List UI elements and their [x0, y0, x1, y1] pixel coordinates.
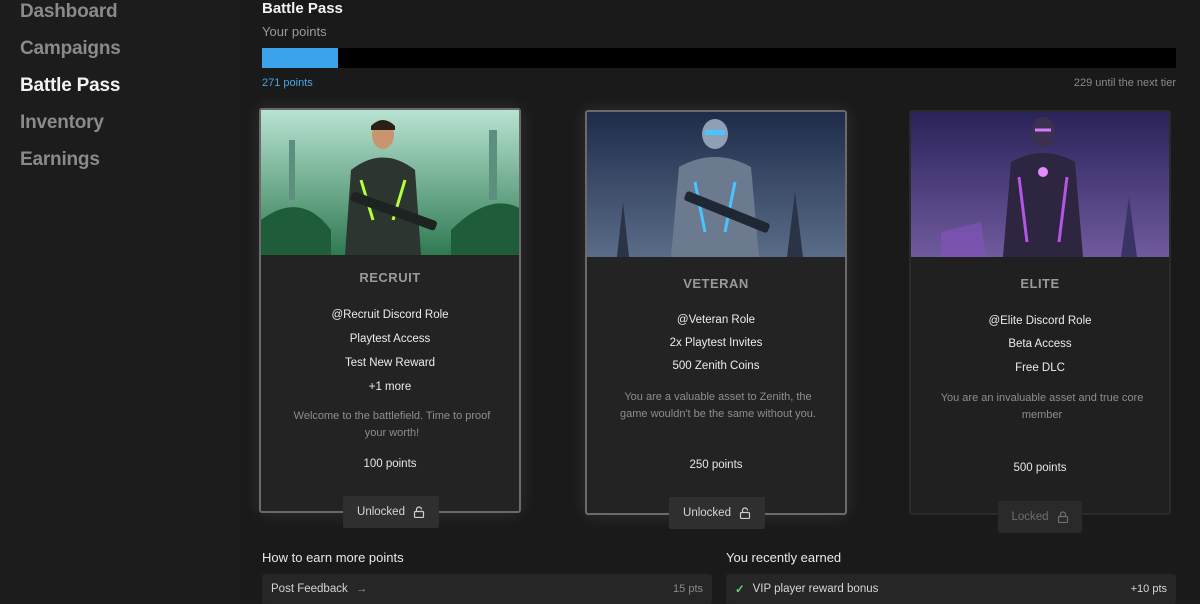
main-content: Battle Pass Your points 271 points 229 u…	[240, 0, 1200, 604]
points-progress-fill	[262, 48, 339, 68]
earn-more-title: How to earn more points	[262, 550, 404, 565]
recruit-soldier-image	[261, 110, 519, 255]
sidebar-item-campaigns[interactable]: Campaigns	[20, 38, 121, 60]
next-tier-label: 229 until the next tier	[1073, 77, 1176, 89]
tier-description: You are an invaluable asset and true cor…	[940, 392, 1144, 421]
tier-description: Welcome to the battlefield. Time to proo…	[293, 410, 491, 439]
sidebar-item-battle-pass[interactable]: Battle Pass	[20, 75, 120, 97]
earn-method-label: Post Feedback	[271, 583, 348, 595]
locked-button[interactable]: Locked	[998, 501, 1082, 533]
tier-card-recruit: RECRUIT @Recruit Discord Role Playtest A…	[259, 108, 521, 528]
status-label: Unlocked	[683, 507, 731, 519]
reward-item: Beta Access	[1008, 338, 1072, 350]
status-label: Locked	[1011, 511, 1049, 523]
reward-item: Test New Reward	[344, 357, 436, 369]
tier-cost: 100 points	[363, 458, 417, 470]
tier-card-veteran: VETERAN @Veteran Role 2x Playtest Invite…	[585, 110, 847, 529]
recent-earned-title: You recently earned	[726, 550, 842, 565]
more-rewards-link[interactable]: +1 more	[261, 381, 519, 393]
veteran-soldier-image	[587, 112, 845, 257]
recent-earned-points: +10 pts	[1130, 583, 1167, 595]
reward-item: 500 Zenith Coins	[672, 360, 760, 372]
sidebar-item-earnings[interactable]: Earnings	[20, 149, 100, 171]
sidebar-item-inventory[interactable]: Inventory	[20, 112, 104, 134]
reward-item: @Elite Discord Role	[988, 315, 1092, 327]
tier-description: You are a valuable asset to Zenith, the …	[620, 391, 816, 420]
page-title: Battle Pass	[262, 0, 343, 17]
reward-item: @Veteran Role	[676, 314, 756, 326]
page-subtitle: Your points	[262, 24, 327, 39]
tier-name: ELITE	[1020, 276, 1060, 291]
status-label: Unlocked	[357, 506, 405, 518]
reward-item: Playtest Access	[349, 333, 431, 345]
arrow-right-icon: →	[355, 583, 368, 595]
points-progress-bar	[262, 48, 1176, 68]
tier-cost: 500 points	[1013, 462, 1067, 474]
tier-name: VETERAN	[683, 276, 749, 291]
current-points-label: 271 points	[262, 77, 313, 89]
tier-card-elite: ELITE @Elite Discord Role Beta Access Fr…	[909, 110, 1171, 533]
reward-item: Free DLC	[1015, 362, 1065, 374]
unlock-icon	[739, 507, 751, 519]
elite-soldier-image	[911, 112, 1169, 257]
unlocked-button[interactable]: Unlocked	[343, 496, 439, 528]
sidebar-item-dashboard[interactable]: Dashboard	[20, 1, 118, 23]
reward-item: @Recruit Discord Role	[331, 309, 449, 321]
tier-name: RECRUIT	[359, 270, 421, 285]
reward-item: 2x Playtest Invites	[669, 337, 763, 349]
unlock-icon	[413, 506, 425, 518]
sidebar: Dashboard Campaigns Battle Pass Inventor…	[0, 0, 240, 600]
check-icon: ✓	[735, 584, 745, 596]
unlocked-button[interactable]: Unlocked	[669, 497, 765, 529]
earn-method-points: 15 pts	[673, 583, 703, 595]
tier-cost: 250 points	[689, 459, 743, 471]
lock-icon	[1057, 511, 1068, 523]
recent-earned-label: VIP player reward bonus	[752, 583, 879, 595]
